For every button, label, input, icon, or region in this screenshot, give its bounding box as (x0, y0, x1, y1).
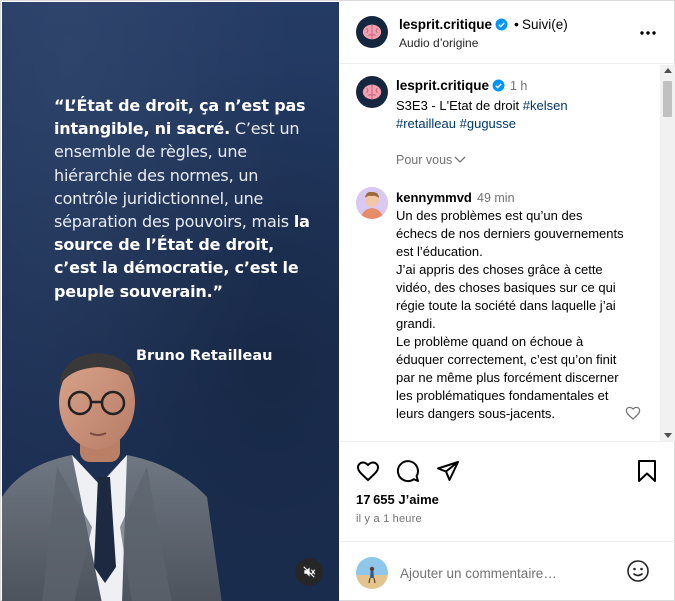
like-button[interactable] (355, 458, 381, 484)
caption-author-avatar[interactable] (356, 76, 388, 108)
for-you-toggle[interactable]: Pour vous (396, 153, 466, 167)
chevron-down-icon (454, 156, 466, 163)
brain-icon (362, 84, 382, 100)
comment-like-button[interactable] (625, 405, 641, 421)
comment-timestamp[interactable]: 49 min (477, 191, 515, 205)
more-options-button[interactable] (636, 23, 660, 43)
original-audio-link[interactable]: Audio d’origine (399, 36, 478, 50)
beach-photo-avatar-icon (356, 557, 388, 589)
current-user-avatar (356, 557, 388, 589)
bookmark-icon (638, 460, 656, 482)
post-media[interactable]: “L’État de droit, ça n’est pas intangibl… (2, 2, 339, 601)
post-timestamp[interactable]: il y a 1 heure (356, 513, 422, 525)
heart-outline-icon (356, 461, 380, 482)
comment-button[interactable] (395, 458, 421, 484)
caption-timestamp[interactable]: 1 h (510, 79, 527, 93)
comment-bubble-icon (396, 460, 419, 483)
post-sidebar: lesprit.critique • Suivi(e) Audio d’orig… (340, 2, 675, 601)
hashtag-link[interactable]: #gugusse (460, 116, 516, 131)
emoji-smile-icon (627, 560, 649, 582)
author-avatar[interactable] (356, 16, 388, 48)
comment-input[interactable] (400, 562, 620, 584)
add-comment-bar (340, 541, 675, 601)
caption-text: S3E3 - L'Etat de droit #kelsen #retaille… (396, 98, 568, 131)
comments-scrollbar[interactable] (660, 65, 675, 441)
caption-username[interactable]: lesprit.critique (396, 78, 505, 93)
cartoon-avatar-icon (356, 187, 388, 219)
comments-list[interactable]: lesprit.critique 1 h S3E3 - L'Etat de dr… (340, 65, 675, 442)
likes-count[interactable]: 17 655 J’aime (356, 492, 439, 507)
scroll-down-arrow-icon[interactable] (664, 433, 672, 438)
post-actions (340, 443, 675, 493)
more-horizontal-icon (640, 31, 656, 35)
save-button[interactable] (634, 458, 660, 484)
speaker-muted-icon (303, 566, 316, 578)
verified-badge-icon (492, 79, 505, 92)
post-quote: “L’État de droit, ça n’est pas intangibl… (54, 94, 314, 303)
header-separator: • (514, 16, 519, 32)
commenter-username[interactable]: kennymmvd (396, 190, 472, 205)
mute-button[interactable] (295, 558, 323, 586)
following-button[interactable]: Suivi(e) (522, 17, 568, 32)
verified-badge-icon (495, 18, 508, 31)
scroll-up-arrow-icon[interactable] (664, 68, 672, 73)
heart-outline-icon (625, 406, 641, 420)
scroll-thumb[interactable] (663, 81, 672, 117)
post-dialog: “L’État de droit, ça n’est pas intangibl… (0, 0, 675, 601)
brain-icon (362, 24, 382, 40)
share-button[interactable] (435, 458, 461, 484)
paper-plane-icon (437, 461, 459, 481)
hashtag-link[interactable]: #retailleau (396, 116, 456, 131)
comment-text: Un des problèmes est qu’un des échecs de… (396, 208, 624, 421)
commenter-avatar[interactable] (356, 187, 388, 219)
post-header: lesprit.critique • Suivi(e) Audio d’orig… (340, 2, 675, 64)
hashtag-link[interactable]: #kelsen (523, 98, 568, 113)
emoji-button[interactable] (626, 559, 652, 585)
speaker-photo (2, 353, 222, 601)
author-username[interactable]: lesprit.critique (399, 17, 508, 32)
